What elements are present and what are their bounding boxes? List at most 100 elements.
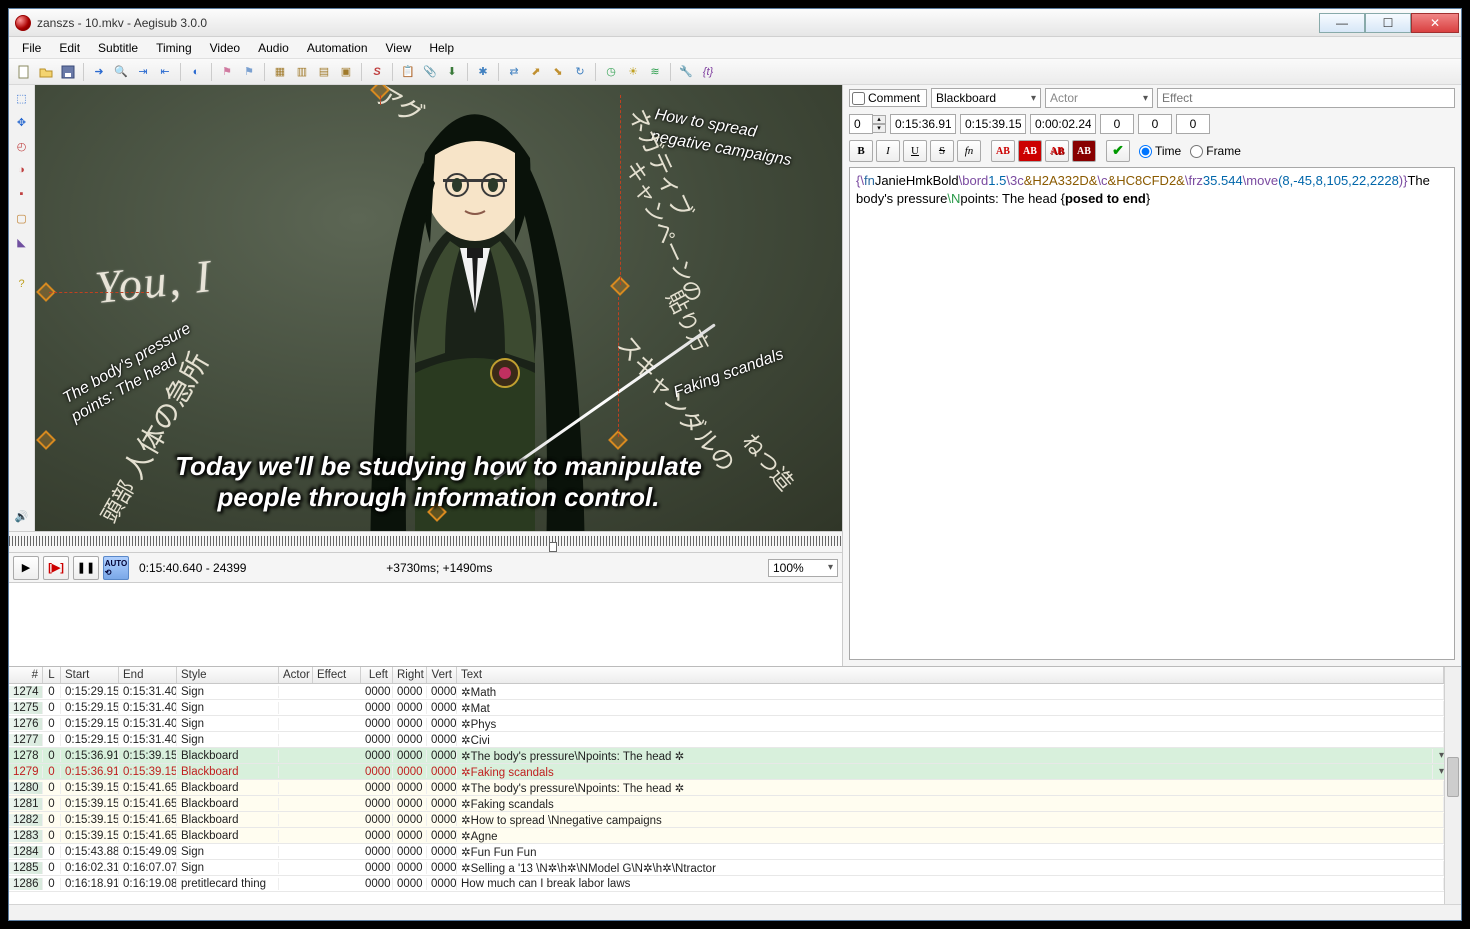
maximize-button[interactable]: ☐ — [1365, 13, 1411, 33]
outline-color-button[interactable]: AB — [1045, 140, 1069, 162]
table-row[interactable]: 128000:15:39.150:15:41.65Blackboard00000… — [9, 780, 1444, 796]
titlebar[interactable]: zanszs - 10.mkv - Aegisub 3.0.0 — ☐ ✕ — [9, 9, 1461, 37]
play-button[interactable]: ▶ — [13, 556, 39, 580]
sort-icon[interactable]: ▤ — [315, 63, 333, 81]
help-tool-icon[interactable]: ? — [13, 275, 31, 293]
menu-help[interactable]: Help — [420, 39, 463, 57]
save-icon[interactable] — [59, 63, 77, 81]
resample-icon[interactable]: ↻ — [571, 63, 589, 81]
italic-button[interactable]: I — [876, 140, 900, 162]
rotate-xy-tool-icon[interactable]: ◑ — [13, 161, 31, 179]
table-row[interactable]: 128200:15:39.150:15:41.65Blackboard00000… — [9, 812, 1444, 828]
options-icon[interactable]: 🔧 — [677, 63, 695, 81]
video-seek-bar[interactable] — [9, 531, 842, 553]
col-effect[interactable]: Effect — [313, 667, 361, 683]
rotate-z-tool-icon[interactable]: ◴ — [13, 137, 31, 155]
margin-r-input[interactable] — [1138, 114, 1172, 134]
new-file-icon[interactable] — [15, 63, 33, 81]
table-row[interactable]: 128600:16:18.910:16:19.08pretitlecard th… — [9, 876, 1444, 892]
open-file-icon[interactable] — [37, 63, 55, 81]
grid-header[interactable]: # L Start End Style Actor Effect Left Ri… — [9, 667, 1444, 684]
menu-view[interactable]: View — [377, 39, 421, 57]
properties-icon[interactable]: 📋 — [399, 63, 417, 81]
col-vert[interactable]: Vert — [427, 667, 457, 683]
snap-start-icon[interactable]: ◐ — [187, 63, 205, 81]
fonts-collector-icon[interactable]: ⬇ — [443, 63, 461, 81]
actor-select[interactable]: Actor — [1045, 88, 1153, 108]
primary-color-button[interactable]: AB — [991, 140, 1015, 162]
font-name-button[interactable]: fn — [957, 140, 981, 162]
cycle-tag-hiding-icon[interactable]: {t} — [699, 63, 717, 81]
margin-l-input[interactable] — [1100, 114, 1134, 134]
drag-marker[interactable] — [39, 433, 53, 447]
shift-selection-icon[interactable]: ▥ — [293, 63, 311, 81]
commit-button[interactable]: ✔ — [1106, 140, 1130, 162]
pause-button[interactable]: ❚❚ — [73, 556, 99, 580]
shift-times-icon[interactable]: ⇄ — [505, 63, 523, 81]
underline-button[interactable]: U — [903, 140, 927, 162]
clip-tool-icon[interactable]: ▢ — [13, 209, 31, 227]
strike-button[interactable]: S — [930, 140, 954, 162]
frame-radio[interactable]: Frame — [1190, 144, 1241, 158]
kanji-timer-icon[interactable]: ☀ — [624, 63, 642, 81]
col-index[interactable]: # — [9, 667, 43, 683]
col-start[interactable]: Start — [61, 667, 119, 683]
jump-sub-end-icon[interactable]: ⇤ — [156, 63, 174, 81]
menu-video[interactable]: Video — [201, 39, 249, 57]
effect-input[interactable] — [1157, 88, 1455, 108]
vector-clip-tool-icon[interactable]: ◣ — [13, 233, 31, 251]
attachments-icon[interactable]: 📎 — [421, 63, 439, 81]
layer-spinner[interactable]: ▴▾ — [872, 115, 886, 133]
style-select[interactable]: Blackboard — [931, 88, 1041, 108]
menu-automation[interactable]: Automation — [298, 39, 377, 57]
close-button[interactable]: ✕ — [1411, 13, 1459, 33]
col-end[interactable]: End — [119, 667, 177, 683]
shadow-color-button[interactable]: AB — [1072, 140, 1096, 162]
table-row[interactable]: 128300:15:39.150:15:41.65Blackboard00000… — [9, 828, 1444, 844]
table-row[interactable]: 127900:15:36.910:15:39.15Blackboard00000… — [9, 764, 1444, 780]
subtitle-text-input[interactable]: {\fnJanieHmkBold\bord1.5\3c&H2A332D&\c&H… — [849, 167, 1455, 660]
select-overlaps-icon[interactable]: ▦ — [271, 63, 289, 81]
start-time-input[interactable] — [890, 114, 956, 134]
table-row[interactable]: 127600:15:29.150:15:31.40Sign00000000000… — [9, 716, 1444, 732]
flag-start-icon[interactable]: ⚑ — [218, 63, 236, 81]
autoscroll-toggle[interactable]: AUTO⟲ — [103, 556, 129, 580]
jump-sub-start-icon[interactable]: ⇥ — [134, 63, 152, 81]
table-row[interactable]: 128400:15:43.880:15:49.09Sign00000000000… — [9, 844, 1444, 860]
menu-subtitle[interactable]: Subtitle — [89, 39, 147, 57]
video-zoom-select[interactable]: 100% — [768, 559, 838, 577]
col-right[interactable]: Right — [393, 667, 427, 683]
flag-end-icon[interactable]: ⚑ — [240, 63, 258, 81]
minimize-button[interactable]: — — [1319, 13, 1365, 33]
col-layer[interactable]: L — [43, 667, 61, 683]
time-radio[interactable]: Time — [1139, 144, 1181, 158]
col-style[interactable]: Style — [177, 667, 279, 683]
table-row[interactable]: 128100:15:39.150:15:41.65Blackboard00000… — [9, 796, 1444, 812]
scrollbar-thumb[interactable] — [1447, 757, 1459, 797]
margin-v-input[interactable] — [1176, 114, 1210, 134]
spellcheck-icon[interactable]: S — [368, 63, 386, 81]
play-line-button[interactable]: [▶] — [43, 556, 69, 580]
zoom-icon[interactable]: 🔍 — [112, 63, 130, 81]
menu-audio[interactable]: Audio — [249, 39, 298, 57]
table-row[interactable]: 128500:16:02.310:16:07.07Sign00000000000… — [9, 860, 1444, 876]
table-row[interactable]: 127800:15:36.910:15:39.15Blackboard00000… — [9, 748, 1444, 764]
video-display[interactable]: You, I How to spread negative campaigns … — [35, 85, 842, 531]
grid-scrollbar[interactable] — [1444, 667, 1461, 904]
standard-tool-icon[interactable]: ⬚ — [13, 89, 31, 107]
table-row[interactable]: 127700:15:29.150:15:31.40Sign00000000000… — [9, 732, 1444, 748]
layer-input[interactable] — [849, 114, 873, 134]
duration-input[interactable] — [1030, 114, 1096, 134]
menu-file[interactable]: File — [13, 39, 50, 57]
timing-postprocessor-icon[interactable]: ◷ — [602, 63, 620, 81]
table-row[interactable]: 127400:15:29.150:15:31.40Sign00000000000… — [9, 684, 1444, 700]
col-actor[interactable]: Actor — [279, 667, 313, 683]
jump-video-start-icon[interactable]: ➜ — [90, 63, 108, 81]
drag-tool-icon[interactable]: ✥ — [13, 113, 31, 131]
bold-button[interactable]: B — [849, 140, 873, 162]
table-row[interactable]: 127500:15:29.150:15:31.40Sign00000000000… — [9, 700, 1444, 716]
col-text[interactable]: Text — [457, 667, 1444, 683]
end-time-input[interactable] — [960, 114, 1026, 134]
scale-tool-icon[interactable]: ▪ — [13, 185, 31, 203]
translation-assistant-icon[interactable]: ⬊ — [549, 63, 567, 81]
